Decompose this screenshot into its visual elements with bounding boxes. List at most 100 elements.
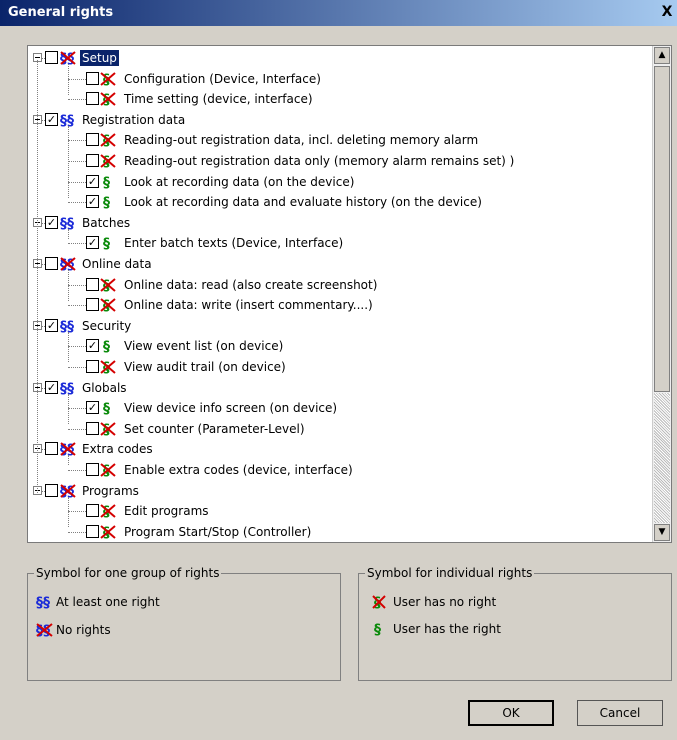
tree-item-row[interactable]: ✓ § Enter batch texts (Device, Interface) xyxy=(28,233,648,253)
group-label: Online data xyxy=(82,257,152,271)
tree-item-row[interactable]: ✓ § View device info screen (on device) xyxy=(28,398,648,418)
item-checkbox[interactable] xyxy=(86,463,99,476)
legend-has-right: User has the right xyxy=(393,622,501,636)
tree-scrollbar[interactable]: ▲ ▼ xyxy=(652,46,671,542)
item-checkbox[interactable] xyxy=(86,277,99,291)
item-label: Reading-out registration data only (memo… xyxy=(124,154,515,168)
legend-group-rights: Symbol for one group of rights §§ At lea… xyxy=(27,566,341,681)
svg-text:§: § xyxy=(103,401,110,416)
rights-tree[interactable]: ▲ ▼ §§Setup § Configuration (Device, Inter… xyxy=(27,45,672,543)
group-checkbox[interactable]: ✓ xyxy=(45,318,58,332)
item-checkbox[interactable]: ✓ xyxy=(86,401,99,415)
tree-group-row[interactable]: §§ Extra codes xyxy=(28,439,648,459)
item-checkbox[interactable] xyxy=(86,504,99,518)
group-label: Globals xyxy=(82,380,127,395)
tree-connector xyxy=(68,367,86,368)
group-checkbox[interactable] xyxy=(45,442,58,456)
double-section-crossed-icon: §§ xyxy=(60,50,78,67)
item-checkbox[interactable] xyxy=(86,154,99,167)
double-section-crossed-icon: §§ xyxy=(60,483,78,500)
group-checkbox[interactable]: ✓ xyxy=(45,112,58,126)
legend-no-right: User has no right xyxy=(393,595,497,609)
item-checkbox[interactable]: ✓ xyxy=(86,236,99,250)
item-label: Enter batch texts (Device, Interface) xyxy=(124,236,344,251)
item-checkbox[interactable] xyxy=(86,421,99,435)
tree-group-row[interactable]: ✓ §§ Batches xyxy=(28,213,648,233)
tree-item-row[interactable]: § Set counter (Parameter-Level) xyxy=(28,419,648,439)
tree-item-row[interactable]: § Edit programs xyxy=(28,501,648,521)
tree-item-row[interactable]: § Enable extra codes (device, interface) xyxy=(28,460,648,480)
tree-group-row[interactable]: §§ Online data xyxy=(28,254,648,274)
tree-item-row[interactable]: § Reading-out registration data only (mem… xyxy=(28,151,648,171)
item-checkbox[interactable] xyxy=(86,298,99,312)
scroll-up-button[interactable]: ▲ xyxy=(654,47,670,64)
tree-connector xyxy=(68,161,86,162)
tree-item-row[interactable]: ✓ § Look at recording data and evaluate hi… xyxy=(28,192,648,212)
item-label: Configuration (Device, Interface) xyxy=(124,71,321,86)
section-green-icon: § xyxy=(100,235,118,252)
section-green-icon: § xyxy=(100,400,118,417)
group-checkbox[interactable] xyxy=(45,51,58,64)
section-crossed-icon: § xyxy=(100,91,118,108)
ok-button[interactable]: OK xyxy=(468,700,554,726)
legend-at-least-one: At least one right xyxy=(56,595,160,609)
section-crossed-icon: § xyxy=(100,297,118,314)
section-crossed-icon: § xyxy=(100,503,118,520)
tree-connector xyxy=(68,346,86,348)
group-checkbox[interactable] xyxy=(45,257,58,270)
svg-text:§: § xyxy=(103,236,110,251)
group-checkbox[interactable] xyxy=(45,483,58,497)
item-checkbox[interactable]: ✓ xyxy=(86,339,99,353)
tree-connector xyxy=(68,78,86,80)
scroll-down-button[interactable]: ▼ xyxy=(654,524,670,541)
item-checkbox[interactable] xyxy=(86,133,99,147)
tree-group-row[interactable]: §§Setup xyxy=(28,48,648,68)
item-checkbox[interactable]: ✓ xyxy=(86,174,99,188)
tree-group-row[interactable]: §§ Programs xyxy=(28,481,648,501)
tree-item-row[interactable]: § Time setting (device, interface) xyxy=(28,89,648,109)
tree-connector xyxy=(68,140,86,142)
tree-item-row[interactable]: § View audit trail (on device) xyxy=(28,357,648,377)
tree-item-row[interactable]: § Reading-out registration data, incl. de… xyxy=(28,130,648,150)
group-label: Programs xyxy=(82,483,139,498)
item-label: View device info screen (on device) xyxy=(124,401,338,416)
tree-item-row[interactable]: ✓ § Look at recording data (on the device) xyxy=(28,172,648,192)
tree-item-row[interactable]: ✓ § View event list (on device) xyxy=(28,336,648,356)
scroll-track[interactable] xyxy=(654,393,670,523)
scroll-thumb[interactable] xyxy=(654,66,670,392)
tree-item-row[interactable]: § Online data: read (also create screensh… xyxy=(28,275,648,295)
group-checkbox[interactable]: ✓ xyxy=(45,380,58,394)
svg-text:§§: §§ xyxy=(60,381,74,396)
item-checkbox[interactable] xyxy=(86,360,99,373)
tree-group-row[interactable]: ✓ §§ Security xyxy=(28,316,648,336)
window-title: General rights xyxy=(8,5,114,20)
item-checkbox[interactable] xyxy=(86,524,99,538)
title-bar: General rights X xyxy=(0,0,677,26)
svg-text:§§: §§ xyxy=(60,113,74,128)
legend-group-title: Symbol for one group of rights xyxy=(34,566,222,580)
item-label: View audit trail (on device) xyxy=(124,360,286,374)
double-section-blue-icon: §§ xyxy=(36,594,54,611)
tree-connector xyxy=(68,243,86,245)
tree-item-row[interactable]: § Program Start/Stop (Controller) xyxy=(28,522,648,542)
item-checkbox[interactable]: ✓ xyxy=(86,195,99,209)
item-label: Look at recording data (on the device) xyxy=(124,174,355,189)
tree-item-row[interactable]: § Online data: write (insert commentary..… xyxy=(28,295,648,315)
item-label: View event list (on device) xyxy=(124,339,284,354)
item-checkbox[interactable] xyxy=(86,71,99,85)
double-section-blue-icon: §§ xyxy=(60,380,78,397)
item-label: Program Start/Stop (Controller) xyxy=(124,524,312,539)
tree-group-row[interactable]: ✓ §§ Globals xyxy=(28,378,648,398)
section-crossed-icon: § xyxy=(100,153,118,170)
tree-item-row[interactable]: § Configuration (Device, Interface) xyxy=(28,69,648,89)
tree-connector xyxy=(68,305,86,307)
item-checkbox[interactable] xyxy=(86,92,99,106)
close-button[interactable]: X xyxy=(659,3,675,21)
tree-group-row[interactable]: ✓ §§ Registration data xyxy=(28,110,648,130)
svg-text:§§: §§ xyxy=(60,319,74,334)
group-checkbox[interactable]: ✓ xyxy=(45,215,58,229)
cancel-button[interactable]: Cancel xyxy=(577,700,663,726)
group-label: Security xyxy=(82,318,132,333)
section-crossed-icon: § xyxy=(100,71,118,88)
group-label: Registration data xyxy=(82,112,186,127)
